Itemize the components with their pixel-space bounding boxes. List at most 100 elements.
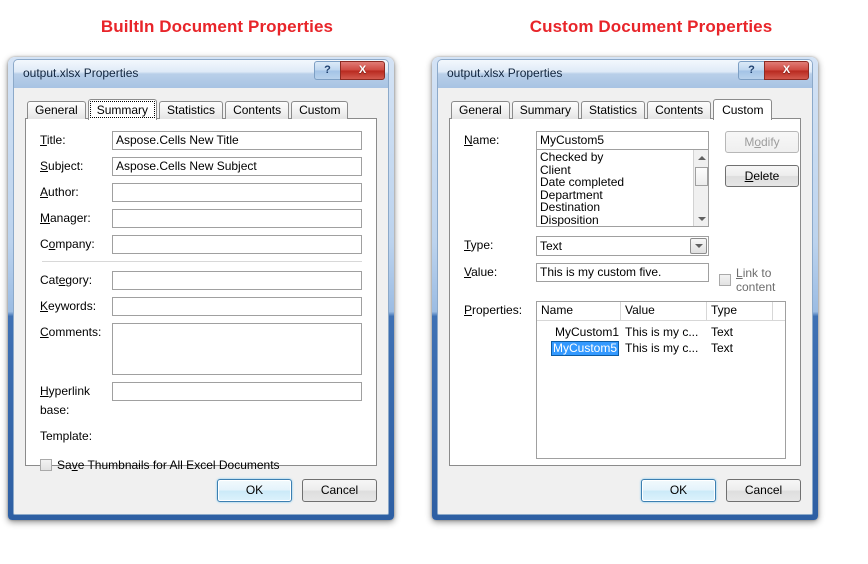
name-suggestions-wrap: Checked by Client Date completed Departm… [536,150,709,227]
cancel-button[interactable]: Cancel [302,479,377,502]
custom-caption-buttons: ? X [738,61,809,80]
company-row: Company: [40,235,362,254]
name-suggestions-listbox[interactable]: Checked by Client Date completed Departm… [536,150,709,227]
tab-general[interactable]: General [451,101,510,119]
scroll-down-icon[interactable] [694,211,709,226]
hyperlink-base-label: Hyperlinkbase: [40,382,112,420]
title-input[interactable]: Aspose.Cells New Title [112,131,362,150]
subject-input[interactable]: Aspose.Cells New Subject [112,157,362,176]
keywords-input[interactable] [112,297,362,316]
properties-row: Properties: Name Value Type MyCustom1 Th… [464,301,786,459]
delete-button[interactable]: Delete [725,165,799,187]
value-row: Value: This is my custom five. Link to c… [464,263,786,294]
properties-table-header: Name Value Type [537,302,785,321]
subject-label: Subject: [40,157,112,176]
type-label: Type: [464,236,536,255]
custom-tab-strip: General Summary Statistics Contents Cust… [451,98,801,119]
table-row[interactable]: MyCustom5 This is my c... Text [537,340,785,356]
manager-input[interactable] [112,209,362,228]
list-item[interactable]: Checked by [537,151,708,164]
listbox-scrollbar[interactable] [693,150,708,226]
modify-button[interactable]: Modify [725,131,799,153]
manager-label: Manager: [40,209,112,228]
manager-row: Manager: [40,209,362,228]
column-header-name[interactable]: Name [537,302,621,320]
save-thumbnails-checkbox[interactable] [40,459,52,471]
category-label: Category: [40,271,112,290]
builtin-caption-buttons: ? X [314,61,385,80]
type-selected-value: Text [537,237,708,255]
custom-side-buttons: Modify Delete [725,131,799,227]
close-icon[interactable]: X [340,61,385,80]
save-thumbnails-row[interactable]: Save Thumbnails for All Excel Documents [40,458,362,472]
keywords-row: Keywords: [40,297,362,316]
comments-input[interactable] [112,323,362,375]
scrollbar-thumb[interactable] [695,167,708,186]
builtin-properties-window: output.xlsx Properties ? X General Summa… [8,57,394,520]
builtin-window-inner: output.xlsx Properties ? X General Summa… [13,59,389,515]
form-divider [42,261,362,262]
link-to-content-checkbox[interactable] [719,274,731,286]
type-select[interactable]: Text [536,236,709,256]
close-icon[interactable]: X [764,61,809,80]
custom-section-heading: Custom Document Properties [434,17,868,37]
column-header-value[interactable]: Value [621,302,707,320]
cell-value: This is my c... [621,340,707,356]
value-input[interactable]: This is my custom five. [536,263,709,282]
chevron-down-icon[interactable] [690,238,707,254]
custom-dialog-body: General Summary Statistics Contents Cust… [438,88,812,514]
save-thumbnails-label: Save Thumbnails for All Excel Documents [57,458,280,472]
tab-contents[interactable]: Contents [647,101,711,119]
custom-name-area: Name: MyCustom5 Checked by Client Date c… [464,131,709,227]
category-row: Category: [40,271,362,290]
cell-type: Text [707,340,773,356]
properties-table[interactable]: Name Value Type MyCustom1 This is my c..… [536,301,786,459]
custom-title-bar: output.xlsx Properties ? X [438,60,812,89]
name-suggestions-list: Checked by Client Date completed Departm… [537,150,708,227]
type-row: Type: Text [464,236,786,256]
list-item[interactable]: Disposition [537,214,708,227]
keywords-label: Keywords: [40,297,112,316]
link-to-content-row[interactable]: Link to content [719,266,786,294]
name-label: Name: [464,131,536,150]
scroll-up-icon[interactable] [694,150,709,165]
subject-row: Subject: Aspose.Cells New Subject [40,157,362,176]
tab-general[interactable]: General [27,101,86,119]
hyperlink-base-input[interactable] [112,382,362,401]
title-row: Title: Aspose.Cells New Title [40,131,362,150]
table-row[interactable]: MyCustom1 This is my c... Text [537,324,785,340]
help-icon[interactable]: ? [314,61,340,80]
name-input[interactable]: MyCustom5 [536,131,709,150]
cell-name: MyCustom5 [537,340,621,356]
builtin-title-bar: output.xlsx Properties ? X [14,60,388,89]
builtin-button-bar: OK Cancel [25,479,377,502]
list-item[interactable]: Date completed [537,176,708,189]
value-label: Value: [464,263,536,282]
ok-button[interactable]: OK [217,479,292,502]
tab-custom[interactable]: Custom [291,101,348,119]
properties-label: Properties: [464,301,536,320]
author-row: Author: [40,183,362,202]
cancel-button[interactable]: Cancel [726,479,801,502]
column-header-spacer [773,302,785,320]
author-input[interactable] [112,183,362,202]
custom-window-title: output.xlsx Properties [447,66,562,80]
summary-tab-panel: Title: Aspose.Cells New Title Subject: A… [25,118,377,466]
company-input[interactable] [112,235,362,254]
tab-statistics[interactable]: Statistics [159,101,223,119]
tab-contents[interactable]: Contents [225,101,289,119]
ok-button[interactable]: OK [641,479,716,502]
column-header-type[interactable]: Type [707,302,773,320]
tab-summary[interactable]: Summary [512,101,579,119]
cell-type: Text [707,324,773,340]
help-icon[interactable]: ? [738,61,764,80]
tab-summary[interactable]: Summary [88,99,157,120]
comments-row: Comments: [40,323,362,375]
builtin-tab-strip: General Summary Statistics Contents Cust… [27,98,377,119]
category-input[interactable] [112,271,362,290]
tab-statistics[interactable]: Statistics [581,101,645,119]
tab-custom[interactable]: Custom [713,99,772,120]
builtin-dialog-body: General Summary Statistics Contents Cust… [14,88,388,514]
template-row: Template: [40,427,362,446]
link-to-content-label: Link to content [736,266,786,294]
